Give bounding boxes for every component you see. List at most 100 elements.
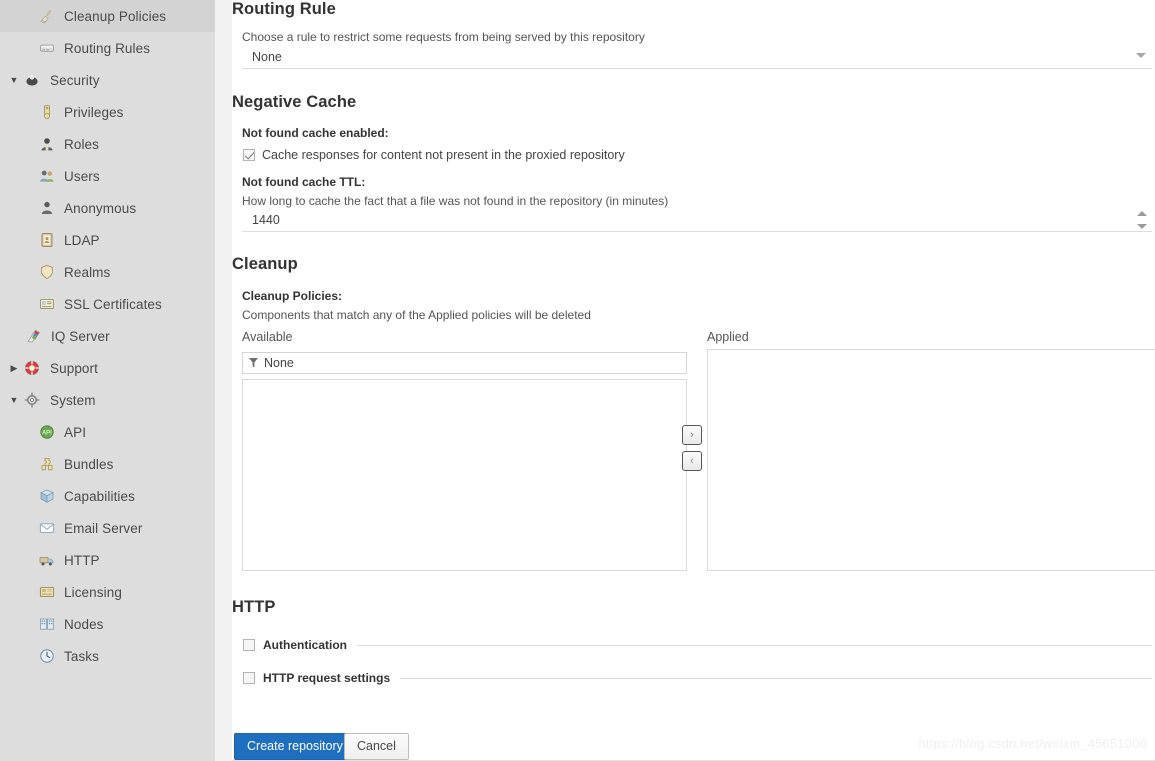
sidebar-item-label: Security [50,72,100,88]
sidebar-item-label: API [64,424,87,440]
sidebar-item-label: Bundles [64,456,114,472]
chevron-right-icon[interactable]: ▶ [6,363,22,374]
sidebar-item-users[interactable]: Users [0,160,215,192]
chevron-down-icon[interactable]: ▼ [6,395,22,405]
http-section-title: HTTP [232,598,276,616]
sidebar-item-capabilities[interactable]: Capabilities [0,480,215,512]
sidebar-navigation: Cleanup Policies Routing Rules ▼ Security Pr… [0,0,215,761]
routing-rule-select-value: None [252,49,282,64]
api-icon: API [37,423,57,441]
not-found-cache-ttl-help: How long to cache the fact that a file w… [242,194,669,208]
sidebar-item-ldap[interactable]: LDAP [0,224,215,256]
main-content: Routing Rule Choose a rule to restrict s… [232,0,1155,761]
svg-text:API: API [42,431,52,437]
sidebar-item-bundles[interactable]: Bundles [0,448,215,480]
sidebar-item-privileges[interactable]: Privileges [0,96,215,128]
routing-rule-select[interactable]: None [242,45,1152,69]
chevron-down-icon[interactable]: ▼ [6,75,22,85]
sidebar-item-label: IQ Server [51,328,110,344]
tasks-icon [37,647,57,665]
sidebar-item-http[interactable]: HTTP [0,544,215,576]
applied-policies-list[interactable] [707,349,1155,571]
move-right-button[interactable]: › [682,425,702,445]
sidebar-item-api[interactable]: API API [0,416,215,448]
sidebar-item-licensing[interactable]: Licensing [0,576,215,608]
users-icon [37,167,57,185]
sidebar-item-label: Privileges [64,104,124,120]
sidebar-item-ssl-certificates[interactable]: SSL Certificates [0,288,215,320]
http-request-settings-checkbox[interactable] [243,672,255,684]
cancel-button[interactable]: Cancel [344,733,409,760]
available-filter-value: None [264,356,294,370]
sidebar-item-label: Email Server [64,520,143,536]
sidebar-item-realms[interactable]: Realms [0,256,215,288]
capabilities-icon [37,487,57,505]
ttl-spinner[interactable] [1136,211,1148,229]
sidebar-item-security[interactable]: ▼ Security [0,64,215,96]
create-repository-button[interactable]: Create repository [234,733,356,760]
sidebar-item-nodes[interactable]: Nodes [0,608,215,640]
bundles-icon [37,455,57,473]
available-column-header: Available [242,330,293,344]
iq-server-icon [24,327,44,345]
sidebar-item-label: LDAP [64,232,100,248]
sidebar-item-label: Realms [64,264,111,280]
security-icon [22,71,42,89]
sidebar-item-label: Cleanup Policies [64,8,167,24]
sidebar-item-tasks[interactable]: Tasks [0,640,215,672]
not-found-cache-ttl-input[interactable]: 1440 [242,208,1152,232]
negative-cache-section-title: Negative Cache [232,93,357,111]
move-left-button[interactable]: ‹ [682,451,702,471]
sidebar-item-roles[interactable]: Roles [0,128,215,160]
sidebar-item-label: Routing Rules [64,40,151,56]
ssl-certificate-icon [37,295,57,313]
sidebar-item-cleanup-policies[interactable]: Cleanup Policies [0,0,215,32]
sidebar-item-label: SSL Certificates [64,296,162,312]
repository-settings-page: Cleanup Policies Routing Rules ▼ Security Pr… [0,0,1155,761]
available-policies-list[interactable] [242,379,687,571]
sidebar-item-label: HTTP [64,552,100,568]
not-found-cache-enabled-checkbox-label: Cache responses for content not present … [262,148,625,162]
sidebar-nav-list: Cleanup Policies Routing Rules ▼ Security Pr… [0,0,215,672]
http-authentication-label: Authentication [263,638,347,652]
ldap-icon [37,231,57,249]
divider [357,644,1152,646]
support-icon [22,359,42,377]
sidebar-item-anonymous[interactable]: Anonymous [0,192,215,224]
sidebar-item-label: Anonymous [64,200,137,216]
licensing-icon [37,583,57,601]
http-authentication-row[interactable]: Authentication [243,638,1152,652]
sidebar-item-iq-server[interactable]: IQ Server [0,320,215,352]
spinner-down-icon[interactable] [1137,224,1147,229]
not-found-cache-ttl-value: 1440 [252,212,280,227]
available-filter-input[interactable]: None [242,352,687,374]
not-found-cache-ttl-label: Not found cache TTL: [242,175,366,189]
sidebar-item-label: Tasks [64,648,100,664]
cleanup-policies-help: Components that match any of the Applied… [242,308,591,322]
chevron-down-icon [1136,53,1146,58]
sidebar-item-label: Nodes [64,616,104,632]
roles-icon [37,135,57,153]
sidebar-item-label: System [50,392,96,408]
cleanup-section-title: Cleanup [232,255,298,273]
spinner-up-icon[interactable] [1137,211,1147,216]
system-icon [22,391,42,409]
watermark-text: https://blog.csdn.net/weixin_45651006 [918,736,1147,751]
not-found-cache-enabled-checkbox[interactable] [243,149,255,161]
privileges-icon [37,103,57,121]
cleanup-policies-label: Cleanup Policies: [242,289,343,303]
sidebar-item-system[interactable]: ▼ System [0,384,215,416]
broom-icon [37,7,57,25]
sidebar-item-email-server[interactable]: Email Server [0,512,215,544]
sidebar-item-routing-rules[interactable]: Routing Rules [0,32,215,64]
http-icon [37,551,57,569]
realms-icon [37,263,57,281]
not-found-cache-enabled-label: Not found cache enabled: [242,126,389,140]
http-request-settings-row[interactable]: HTTP request settings [243,671,1152,685]
sidebar-item-label: Support [50,360,98,376]
sidebar-item-support[interactable]: ▶ Support [0,352,215,384]
routing-rule-section-title: Routing Rule [232,0,336,18]
divider [400,677,1152,679]
not-found-cache-enabled-checkbox-row[interactable]: Cache responses for content not present … [243,148,625,162]
http-authentication-checkbox[interactable] [243,639,255,651]
